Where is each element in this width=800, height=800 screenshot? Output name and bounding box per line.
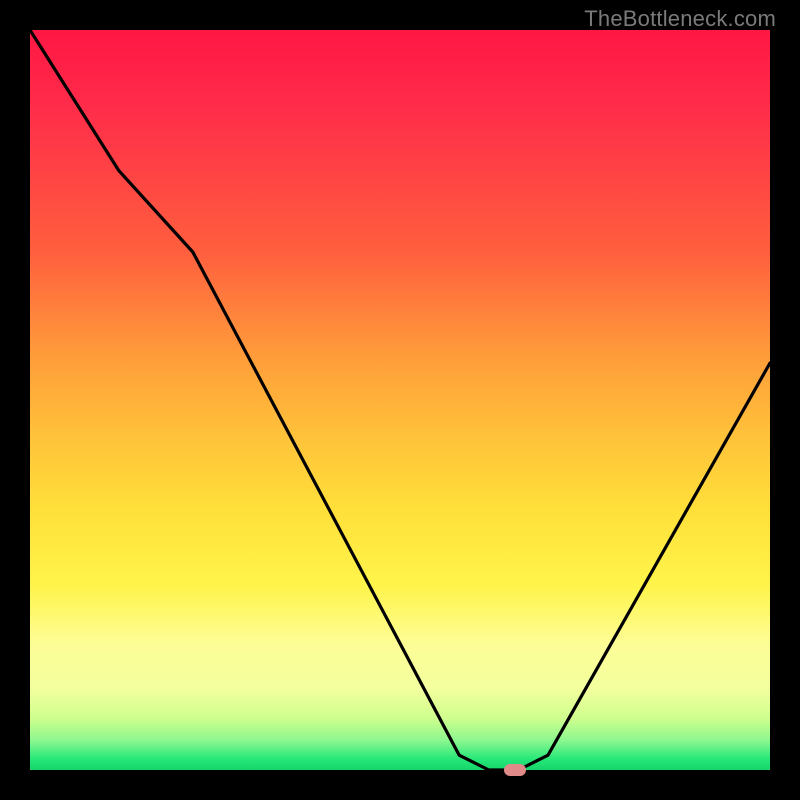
chart-frame: TheBottleneck.com	[0, 0, 800, 800]
optimal-marker	[504, 764, 526, 776]
plot-area	[30, 30, 770, 770]
curve-path	[30, 30, 770, 770]
bottleneck-curve	[30, 30, 770, 770]
watermark-text: TheBottleneck.com	[584, 6, 776, 32]
